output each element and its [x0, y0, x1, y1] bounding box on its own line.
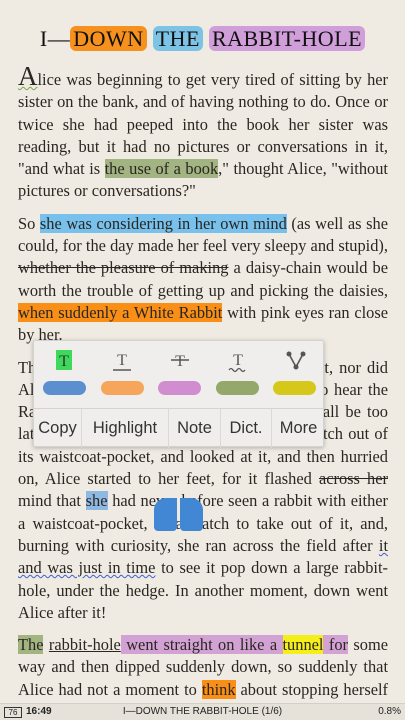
title-highlight-the[interactable]: THE: [152, 26, 203, 51]
note-button[interactable]: Note: [169, 409, 221, 448]
svg-text:T: T: [117, 352, 127, 369]
paragraph-2: So she was considering in her own mind (…: [18, 213, 388, 347]
highlight-considering[interactable]: she was considering in her own mind: [39, 213, 287, 233]
drop-cap: A: [18, 61, 38, 91]
highlight-the[interactable]: The: [18, 635, 44, 655]
strikethrough-style-icon[interactable]: T: [162, 345, 198, 375]
highlight-for[interactable]: for: [323, 635, 348, 655]
selection-start-handle[interactable]: [154, 498, 177, 531]
squiggly-style-icon[interactable]: T: [220, 345, 256, 375]
annotation-style-row: T T T T: [34, 345, 325, 375]
title-highlight-rabbit-hole[interactable]: RABBIT-HOLE: [208, 26, 366, 51]
popup-action-row: Copy Highlight Note Dict. More: [34, 409, 325, 448]
strikethrough-annotation[interactable]: whether the pleasure of making: [18, 258, 228, 277]
underline-style-icon[interactable]: T: [104, 345, 140, 375]
chapter-title: I— DOWN THE RABBIT-HOLE: [0, 26, 405, 52]
highlight-went-straight[interactable]: went straight on like a: [120, 635, 283, 655]
share-icon[interactable]: [278, 345, 314, 375]
color-swatch-green[interactable]: [216, 381, 259, 395]
book-progress-percent: 0.8%: [378, 706, 401, 717]
text-run: mind that: [18, 491, 86, 511]
highlight-think[interactable]: think: [201, 679, 236, 699]
copy-button[interactable]: Copy: [34, 409, 82, 448]
highlight-style-icon[interactable]: T: [46, 345, 82, 375]
color-swatch-purple[interactable]: [158, 381, 201, 395]
more-button[interactable]: More: [272, 409, 325, 448]
status-bar: 76 16:49 I—DOWN THE RABBIT-HOLE (1/6) 0.…: [0, 703, 405, 720]
underline-rabbit-hole[interactable]: rabbit-hole: [49, 635, 121, 654]
title-highlight-down[interactable]: DOWN: [70, 26, 147, 51]
title-prefix: I—: [39, 26, 71, 51]
reader-page[interactable]: I— DOWN THE RABBIT-HOLE Alice was beginni…: [0, 0, 405, 720]
color-swatch-orange[interactable]: [101, 381, 144, 395]
svg-text:T: T: [233, 352, 243, 369]
color-row: [34, 381, 325, 397]
highlight-tunnel[interactable]: tunnel: [282, 635, 324, 655]
highlight-the-use-of-a-book[interactable]: the use of a book: [104, 159, 219, 179]
svg-text:T: T: [59, 353, 69, 370]
highlight-button[interactable]: Highlight: [82, 409, 169, 448]
selection-end-handle[interactable]: [180, 498, 203, 531]
color-swatch-blue[interactable]: [43, 381, 86, 395]
svg-text:T: T: [175, 353, 185, 370]
paragraph-1: Alice was beginning to get very tired of…: [18, 63, 388, 203]
highlight-white-rabbit[interactable]: when suddenly a White Rabbit: [18, 302, 223, 322]
chapter-progress-label: I—DOWN THE RABBIT-HOLE (1/6): [122, 706, 283, 717]
color-swatch-yellow[interactable]: [273, 381, 316, 395]
text-run: So: [18, 213, 40, 233]
selected-text[interactable]: she: [85, 491, 108, 511]
selection-popup: T T T T Copy Highlight Note Dict. More: [33, 340, 325, 448]
dictionary-button[interactable]: Dict.: [221, 409, 272, 448]
strikethrough-annotation-2[interactable]: across her: [319, 469, 388, 488]
